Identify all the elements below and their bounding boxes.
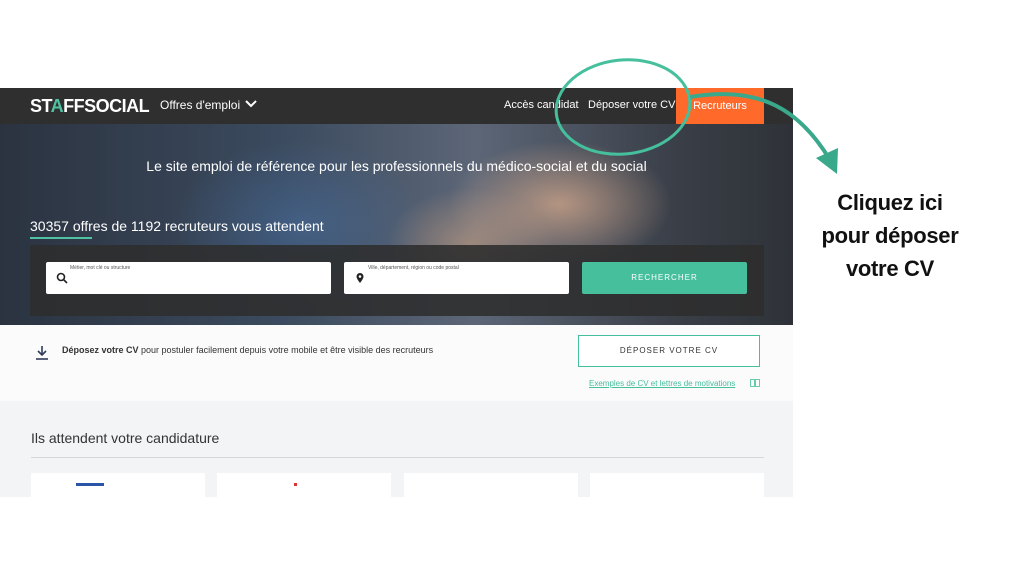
search-icon <box>56 272 68 284</box>
location-input[interactable]: Ville, département, région ou code posta… <box>344 262 569 294</box>
deposer-cv-button[interactable]: DÉPOSER VOTRE CV <box>578 335 760 367</box>
book-icon <box>750 379 760 387</box>
chevron-down-icon[interactable] <box>244 97 258 111</box>
exemples-cv-link[interactable]: Exemples de CV et lettres de motivations <box>589 379 735 388</box>
arrow-head <box>816 148 838 174</box>
offres-emploi-menu[interactable]: Offres d'emploi <box>160 98 240 112</box>
recruiter-card[interactable] <box>404 473 578 497</box>
hero-tagline: Le site emploi de référence pour les pro… <box>146 158 647 174</box>
rechercher-button[interactable]: RECHERCHER <box>582 262 747 294</box>
deposer-cv-link[interactable]: Déposer votre CV <box>588 99 675 111</box>
acces-candidat-link[interactable]: Accès candidat <box>504 99 579 111</box>
location-pin-icon <box>356 273 364 283</box>
hero-banner: Le site emploi de référence pour les pro… <box>0 124 793 325</box>
title-underline <box>30 237 92 239</box>
candidature-section: Ils attendent votre candidature <box>0 401 793 497</box>
download-icon <box>36 346 48 360</box>
search-panel: Métier, mot clé ou structure Ville, dépa… <box>30 245 764 316</box>
top-nav: STAFFSOCIAL Offres d'emploi Accès candid… <box>0 88 793 124</box>
section-divider <box>31 457 764 458</box>
website-screenshot: STAFFSOCIAL Offres d'emploi Accès candid… <box>0 88 793 497</box>
annotation-text: Cliquez ici pour déposer votre CV <box>821 190 959 281</box>
deposit-description: Déposez votre CV pour postuler facilemen… <box>62 345 434 355</box>
recruiter-card[interactable] <box>31 473 205 497</box>
deposit-cv-strip: Déposez votre CV pour postuler facilemen… <box>0 325 793 401</box>
staffsocial-logo[interactable]: STAFFSOCIAL <box>30 96 150 117</box>
recruiter-card[interactable] <box>217 473 391 497</box>
section-title: Ils attendent votre candidature <box>31 430 220 446</box>
recruteurs-button[interactable]: Recruteurs <box>676 88 764 124</box>
job-search-input[interactable]: Métier, mot clé ou structure <box>46 262 331 294</box>
recruiter-card[interactable] <box>590 473 764 497</box>
offers-count: 30357 offres de 1192 recruteurs vous att… <box>30 218 324 234</box>
